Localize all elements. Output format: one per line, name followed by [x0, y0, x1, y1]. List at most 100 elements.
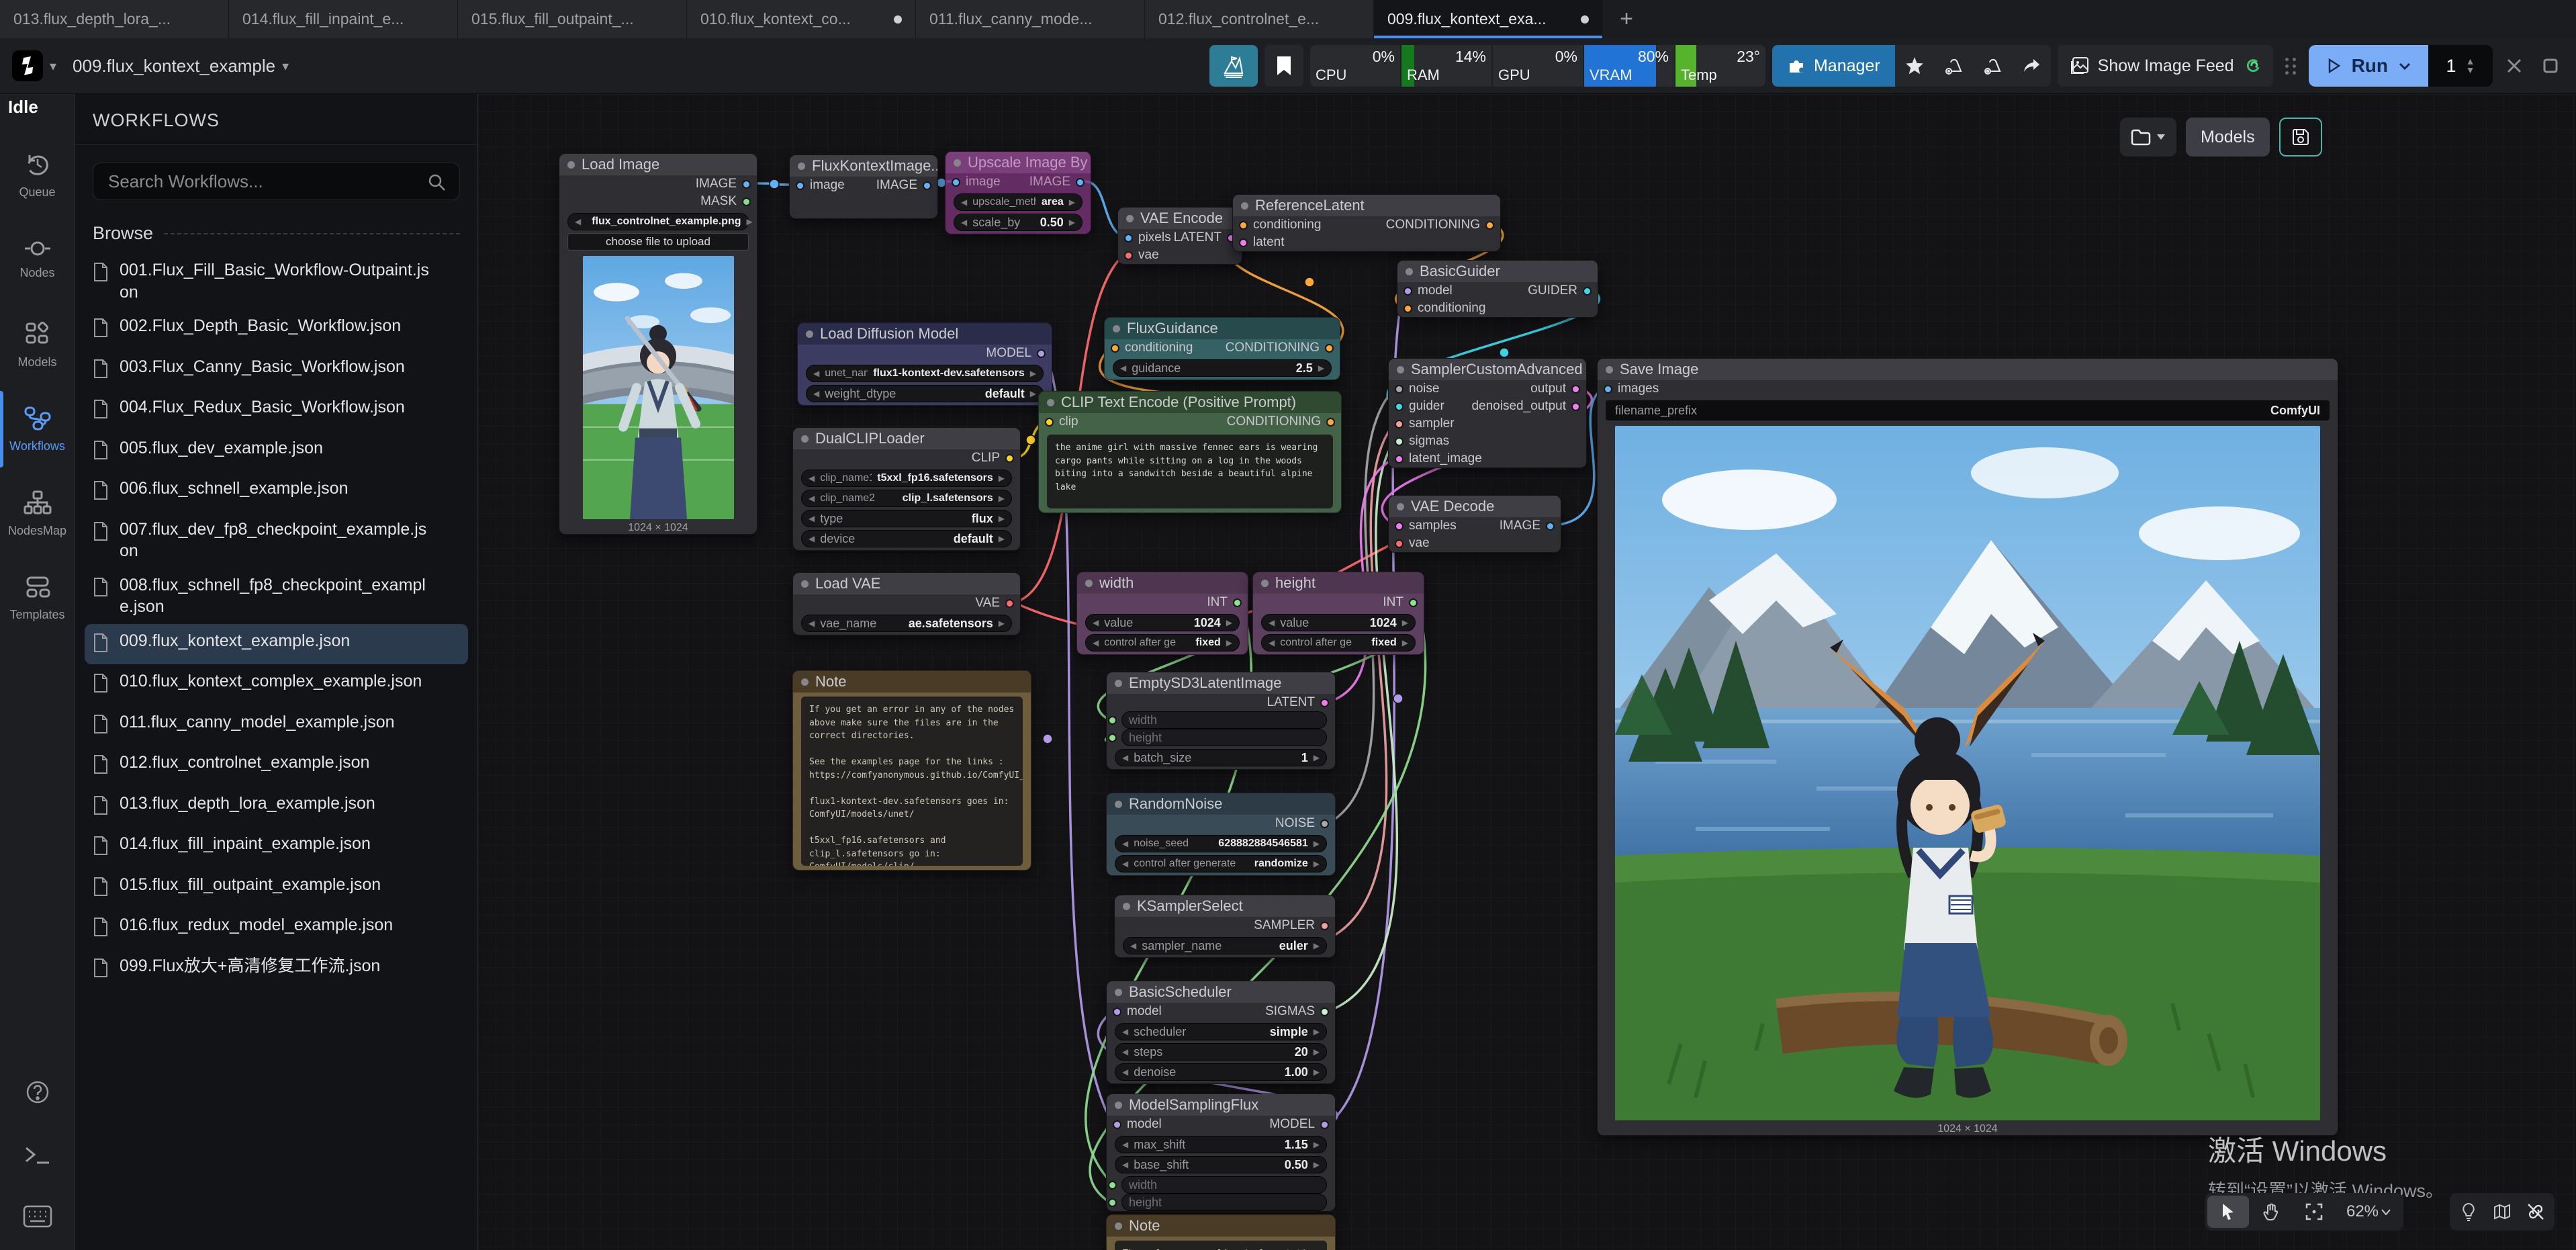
- widget-denoise[interactable]: ◀denoise1.00▶: [1115, 1063, 1327, 1081]
- widget-scheduler[interactable]: ◀schedulersimple▶: [1115, 1023, 1327, 1040]
- input-slot-model[interactable]: [1404, 287, 1412, 296]
- sidebar-item-nodesmap[interactable]: NodesMap: [0, 472, 75, 556]
- widget-sampler-name[interactable]: ◀sampler_nameeuler▶: [1123, 937, 1327, 954]
- output-slot-INT[interactable]: [1409, 598, 1418, 607]
- share-button[interactable]: [2012, 45, 2051, 87]
- collapse-dot[interactable]: [801, 678, 809, 686]
- input-slot-guider[interactable]: [1395, 402, 1404, 411]
- node-width-node[interactable]: widthINT◀value1024▶◀control after gefixe…: [1076, 572, 1248, 655]
- widget-batch-size[interactable]: ◀batch_size1▶: [1115, 749, 1327, 766]
- collapse-dot[interactable]: [1115, 989, 1122, 996]
- widget-clip-name1[interactable]: ◀clip_name1t5xxl_fp16.safetensors▶: [801, 470, 1012, 487]
- widget-base-shift[interactable]: ◀base_shift0.50▶: [1115, 1156, 1327, 1173]
- workflow-file-item[interactable]: 002.Flux_Depth_Basic_Workflow.json: [85, 309, 468, 350]
- workflow-tab[interactable]: 014.flux_fill_inpaint_e...: [229, 0, 458, 38]
- select-tool-button[interactable]: [2207, 1196, 2249, 1228]
- workflow-file-item[interactable]: 007.flux_dev_fp8_checkpoint_example.json: [85, 512, 468, 568]
- node-sampler-custom-advanced[interactable]: SamplerCustomAdvancednoiseoutputguiderde…: [1388, 358, 1587, 468]
- input-slot-vae[interactable]: [1124, 251, 1133, 260]
- output-slot-CONDITIONING[interactable]: [1326, 418, 1335, 427]
- drag-handle[interactable]: [2285, 58, 2297, 75]
- sidebar-item-models[interactable]: Models: [0, 302, 75, 387]
- input-slot-images[interactable]: [1604, 385, 1612, 394]
- input-slot-image[interactable]: [952, 178, 960, 187]
- workflow-file-item[interactable]: 004.Flux_Redux_Basic_Workflow.json: [85, 390, 468, 431]
- widget-control-after-ge[interactable]: ◀control after gefixed▶: [1261, 634, 1416, 652]
- node-upscale-image-by[interactable]: Upscale Image ByimageIMAGE◀upscale_metho…: [945, 151, 1091, 234]
- node-ksampler-select[interactable]: KSamplerSelectSAMPLER◀sampler_nameeuler▶: [1114, 895, 1336, 958]
- node-random-noise[interactable]: RandomNoiseNOISE◀noise_seed6288828845465…: [1106, 793, 1336, 876]
- node-save-image[interactable]: Save Imageimagesfilename_prefixComfyUI 1…: [1597, 358, 2338, 1136]
- output-slot-CONDITIONING[interactable]: [1325, 344, 1334, 353]
- output-slot-SAMPLER[interactable]: [1320, 922, 1329, 930]
- collapse-dot[interactable]: [1115, 1222, 1122, 1230]
- workflow-file-item[interactable]: 012.flux_controlnet_example.json: [85, 746, 468, 787]
- workflow-file-item[interactable]: 009.flux_kontext_example.json: [85, 624, 468, 665]
- node-model-sampling-flux[interactable]: ModelSamplingFluxmodelMODEL◀max_shift1.1…: [1106, 1093, 1336, 1212]
- workflow-folder-button[interactable]: [2120, 118, 2176, 157]
- widget-unet-name[interactable]: ◀unet_nameflux1-kontext-dev.safetensors▶: [806, 365, 1044, 382]
- widget-max-shift[interactable]: ◀max_shift1.15▶: [1115, 1136, 1327, 1153]
- workflow-name[interactable]: 009.flux_kontext_example: [73, 56, 275, 77]
- collapse-dot[interactable]: [1115, 680, 1122, 687]
- collapse-dot[interactable]: [1261, 580, 1269, 587]
- comfyui-logo[interactable]: [12, 50, 43, 81]
- node-height-node[interactable]: heightINT◀value1024▶◀control after gefix…: [1252, 572, 1424, 655]
- input-slot-width[interactable]: [1108, 716, 1117, 725]
- vacuum-deep-clean-button[interactable]: [1973, 45, 2012, 87]
- sidebar-item-queue[interactable]: Queue: [0, 133, 75, 218]
- collapse-dot[interactable]: [1047, 399, 1054, 406]
- collapse-dot[interactable]: [567, 161, 575, 169]
- collapse-dot[interactable]: [1241, 202, 1248, 210]
- widget-upscale-method[interactable]: ◀upscale_methodarea▶: [954, 193, 1083, 211]
- widget-guidance[interactable]: ◀guidance2.5▶: [1113, 359, 1332, 377]
- terminal-button[interactable]: [24, 1144, 52, 1170]
- input-slot-noise[interactable]: [1395, 385, 1404, 394]
- manager-button[interactable]: Manager: [1772, 45, 1895, 87]
- workflow-file-item[interactable]: 001.Flux_Fill_Basic_Workflow-Outpaint.js…: [85, 253, 468, 309]
- input-slot-latent[interactable]: [1239, 238, 1248, 247]
- workflow-file-item[interactable]: 014.flux_fill_inpaint_example.json: [85, 827, 468, 868]
- node-reference-latent[interactable]: ReferenceLatentconditioningCONDITIONINGl…: [1232, 194, 1501, 252]
- workflow-tab[interactable]: 011.flux_canny_mode...: [916, 0, 1145, 38]
- output-slot-INT[interactable]: [1233, 598, 1242, 607]
- collapse-dot[interactable]: [1123, 903, 1130, 910]
- sidebar-item-templates[interactable]: Templates: [0, 556, 75, 641]
- upload-button[interactable]: choose file to upload: [567, 233, 749, 251]
- fit-view-button[interactable]: [2293, 1196, 2335, 1228]
- cancel-button[interactable]: [2499, 45, 2529, 87]
- input-slot-sigmas[interactable]: [1395, 437, 1404, 446]
- input-slot-sampler[interactable]: [1395, 420, 1404, 429]
- new-tab-button[interactable]: +: [1603, 0, 1650, 38]
- node-flux-guidance[interactable]: FluxGuidanceconditioningCONDITIONING◀gui…: [1104, 317, 1340, 380]
- widget-filename_prefix[interactable]: filename_prefixComfyUI: [1606, 400, 2330, 420]
- input-slot-image[interactable]: [796, 181, 804, 190]
- collapse-dot[interactable]: [801, 435, 809, 443]
- zoom-level-dropdown[interactable]: 62%: [2336, 1196, 2401, 1228]
- node-load-vae[interactable]: Load VAEVAE◀vae_nameae.safetensors▶: [792, 572, 1021, 635]
- sidebar-item-nodes[interactable]: Nodes: [0, 218, 75, 302]
- collapse-dot[interactable]: [801, 580, 809, 588]
- widget-steps[interactable]: ◀steps20▶: [1115, 1043, 1327, 1061]
- pan-tool-button[interactable]: [2250, 1196, 2292, 1228]
- widget-device[interactable]: ◀devicedefault▶: [801, 530, 1012, 547]
- collapse-dot[interactable]: [1397, 503, 1404, 510]
- output-slot-CLIP[interactable]: [1005, 454, 1014, 463]
- output-slot-SIGMAS[interactable]: [1320, 1008, 1329, 1016]
- widget-clip-name2[interactable]: ◀clip_name2clip_l.safetensors▶: [801, 490, 1012, 507]
- workflow-file-item[interactable]: 016.flux_redux_model_example.json: [85, 908, 468, 949]
- help-button[interactable]: [24, 1079, 51, 1109]
- graph-stats-button[interactable]: [1209, 45, 1258, 87]
- input-slot-vae[interactable]: [1395, 539, 1404, 548]
- workflow-file-item[interactable]: 006.flux_schnell_example.json: [85, 472, 468, 512]
- widget-noise-seed[interactable]: ◀noise_seed628882884546581▶: [1115, 835, 1327, 852]
- workflow-tab[interactable]: 015.flux_fill_outpaint_...: [458, 0, 687, 38]
- node-empty-sd3-latent[interactable]: EmptySD3LatentImageLATENTwidthheight◀bat…: [1106, 672, 1336, 770]
- collapse-dot[interactable]: [798, 163, 805, 170]
- widget-weight-dtype[interactable]: ◀weight_dtypedefault▶: [806, 385, 1044, 402]
- workflow-file-item[interactable]: 013.flux_depth_lora_example.json: [85, 787, 468, 828]
- collapse-dot[interactable]: [1397, 366, 1404, 373]
- workflow-file-item[interactable]: 005.flux_dev_example.json: [85, 431, 468, 472]
- browse-section-label[interactable]: Browse: [93, 223, 153, 244]
- output-slot-denoised_output[interactable]: [1571, 402, 1580, 411]
